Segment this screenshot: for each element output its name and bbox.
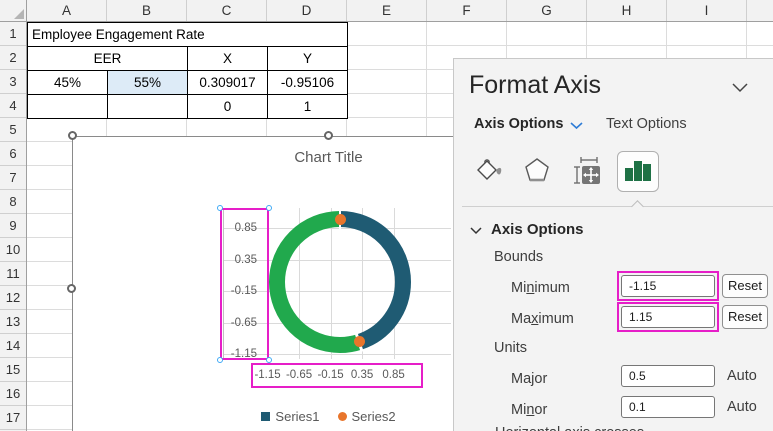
row-header-1[interactable]: 1 bbox=[0, 22, 26, 46]
row-header-3[interactable]: 3 bbox=[0, 70, 26, 94]
cell-a3[interactable]: 45% bbox=[28, 71, 108, 95]
row-header-12[interactable]: 12 bbox=[0, 286, 26, 310]
tab-axis-options[interactable]: Axis Options bbox=[474, 116, 563, 132]
minimum-input[interactable] bbox=[621, 275, 715, 297]
cell-a1[interactable]: Employee Engagement Rate bbox=[28, 23, 347, 47]
row-header-7[interactable]: 7 bbox=[0, 166, 26, 190]
column-header-partial[interactable] bbox=[747, 0, 773, 21]
row-header-16[interactable]: 16 bbox=[0, 382, 26, 406]
major-label: Major bbox=[511, 371, 547, 387]
column-header-i[interactable]: I bbox=[667, 0, 747, 21]
maximum-input[interactable] bbox=[621, 306, 715, 328]
annotation-handle[interactable] bbox=[266, 205, 272, 211]
row-header-11[interactable]: 11 bbox=[0, 262, 26, 286]
cell-d3[interactable]: -0.95106 bbox=[268, 71, 347, 95]
fill-line-icon[interactable] bbox=[472, 155, 506, 189]
cell-c4[interactable]: 0 bbox=[188, 95, 268, 118]
maximum-reset-button[interactable]: Reset bbox=[722, 305, 768, 329]
excel-window: ABCDEFGHI 1234567891011121314151617 Empl… bbox=[0, 0, 773, 431]
cell-c3[interactable]: 0.309017 bbox=[188, 71, 268, 95]
minimum-label: Minimum bbox=[511, 280, 570, 296]
cell-d2[interactable]: Y bbox=[268, 47, 347, 71]
legend-label: Series1 bbox=[275, 409, 319, 424]
maximum-label: Maximum bbox=[511, 311, 574, 327]
units-label: Units bbox=[494, 340, 527, 356]
row-header-10[interactable]: 10 bbox=[0, 238, 26, 262]
row-header-9[interactable]: 9 bbox=[0, 214, 26, 238]
legend-label: Series2 bbox=[352, 409, 396, 424]
cell-c2[interactable]: X bbox=[188, 47, 268, 71]
select-all-triangle-icon bbox=[14, 9, 24, 19]
row-header-14[interactable]: 14 bbox=[0, 334, 26, 358]
cell-b4[interactable] bbox=[108, 95, 188, 118]
minimum-reset-button[interactable]: Reset bbox=[722, 274, 768, 298]
selected-tab-caret bbox=[631, 200, 644, 213]
tab-text-options[interactable]: Text Options bbox=[606, 116, 687, 132]
doughnut-ring[interactable] bbox=[269, 211, 411, 353]
scatter-point-marker[interactable] bbox=[335, 214, 346, 225]
column-header-b[interactable]: B bbox=[107, 0, 187, 21]
size-properties-icon[interactable] bbox=[572, 155, 606, 189]
panel-divider bbox=[462, 206, 773, 207]
column-header-c[interactable]: C bbox=[187, 0, 267, 21]
chart-resize-handle[interactable] bbox=[68, 131, 77, 140]
cell-a4[interactable] bbox=[28, 95, 108, 118]
column-header-d[interactable]: D bbox=[267, 0, 347, 21]
row-headers: 1234567891011121314151617 bbox=[0, 22, 27, 431]
y-axis-highlight-box bbox=[220, 208, 269, 360]
row-header-15[interactable]: 15 bbox=[0, 358, 26, 382]
clipped-next-section-label: Horizontal axis crosses bbox=[495, 425, 644, 431]
column-header-f[interactable]: F bbox=[427, 0, 507, 21]
annotation-handle[interactable] bbox=[266, 357, 272, 363]
chart-resize-handle[interactable] bbox=[67, 284, 76, 293]
cell-d4[interactable]: 1 bbox=[268, 95, 347, 118]
panel-collapse-chevron-icon[interactable] bbox=[732, 83, 748, 93]
minor-label: Minor bbox=[511, 402, 547, 418]
annotation-handle[interactable] bbox=[217, 357, 223, 363]
section-axis-options[interactable]: Axis Options bbox=[491, 221, 584, 238]
bar-chart-icon bbox=[618, 152, 658, 191]
column-header-h[interactable]: H bbox=[587, 0, 667, 21]
square-marker-icon bbox=[261, 412, 270, 421]
major-auto-label: Auto bbox=[727, 368, 757, 384]
column-headers: ABCDEFGHI bbox=[27, 0, 773, 22]
minor-auto-label: Auto bbox=[727, 399, 757, 415]
minor-input[interactable] bbox=[621, 396, 715, 418]
legend-item-series2[interactable]: Series2 bbox=[338, 409, 396, 424]
major-input[interactable] bbox=[621, 365, 715, 387]
row-header-8[interactable]: 8 bbox=[0, 190, 26, 214]
select-all-button[interactable] bbox=[0, 0, 27, 22]
axis-options-icon-selected[interactable] bbox=[617, 151, 659, 192]
column-header-g[interactable]: G bbox=[507, 0, 587, 21]
row-header-5[interactable]: 5 bbox=[0, 118, 26, 142]
column-header-a[interactable]: A bbox=[27, 0, 107, 21]
effects-icon[interactable] bbox=[522, 155, 556, 189]
row-header-6[interactable]: 6 bbox=[0, 142, 26, 166]
x-axis-highlight-box bbox=[251, 363, 423, 388]
legend-item-series1[interactable]: Series1 bbox=[261, 409, 319, 424]
row-header-4[interactable]: 4 bbox=[0, 94, 26, 118]
row-header-2[interactable]: 2 bbox=[0, 46, 26, 70]
row-header-17[interactable]: 17 bbox=[0, 406, 26, 430]
circle-marker-icon bbox=[338, 412, 347, 421]
column-header-e[interactable]: E bbox=[347, 0, 427, 21]
bounds-label: Bounds bbox=[494, 249, 543, 265]
axis-options-dropdown-chevron-icon[interactable] bbox=[570, 122, 583, 130]
cell-a2-b2-merged[interactable]: EER bbox=[28, 47, 188, 71]
row-header-13[interactable]: 13 bbox=[0, 310, 26, 334]
cell-b3-highlighted[interactable]: 55% bbox=[108, 71, 188, 95]
annotation-handle[interactable] bbox=[217, 205, 223, 211]
section-collapse-chevron-icon[interactable] bbox=[470, 227, 482, 235]
format-axis-panel: Format Axis Axis Options Text Options bbox=[453, 58, 773, 431]
panel-title: Format Axis bbox=[469, 71, 601, 100]
chart-resize-handle[interactable] bbox=[324, 131, 333, 140]
